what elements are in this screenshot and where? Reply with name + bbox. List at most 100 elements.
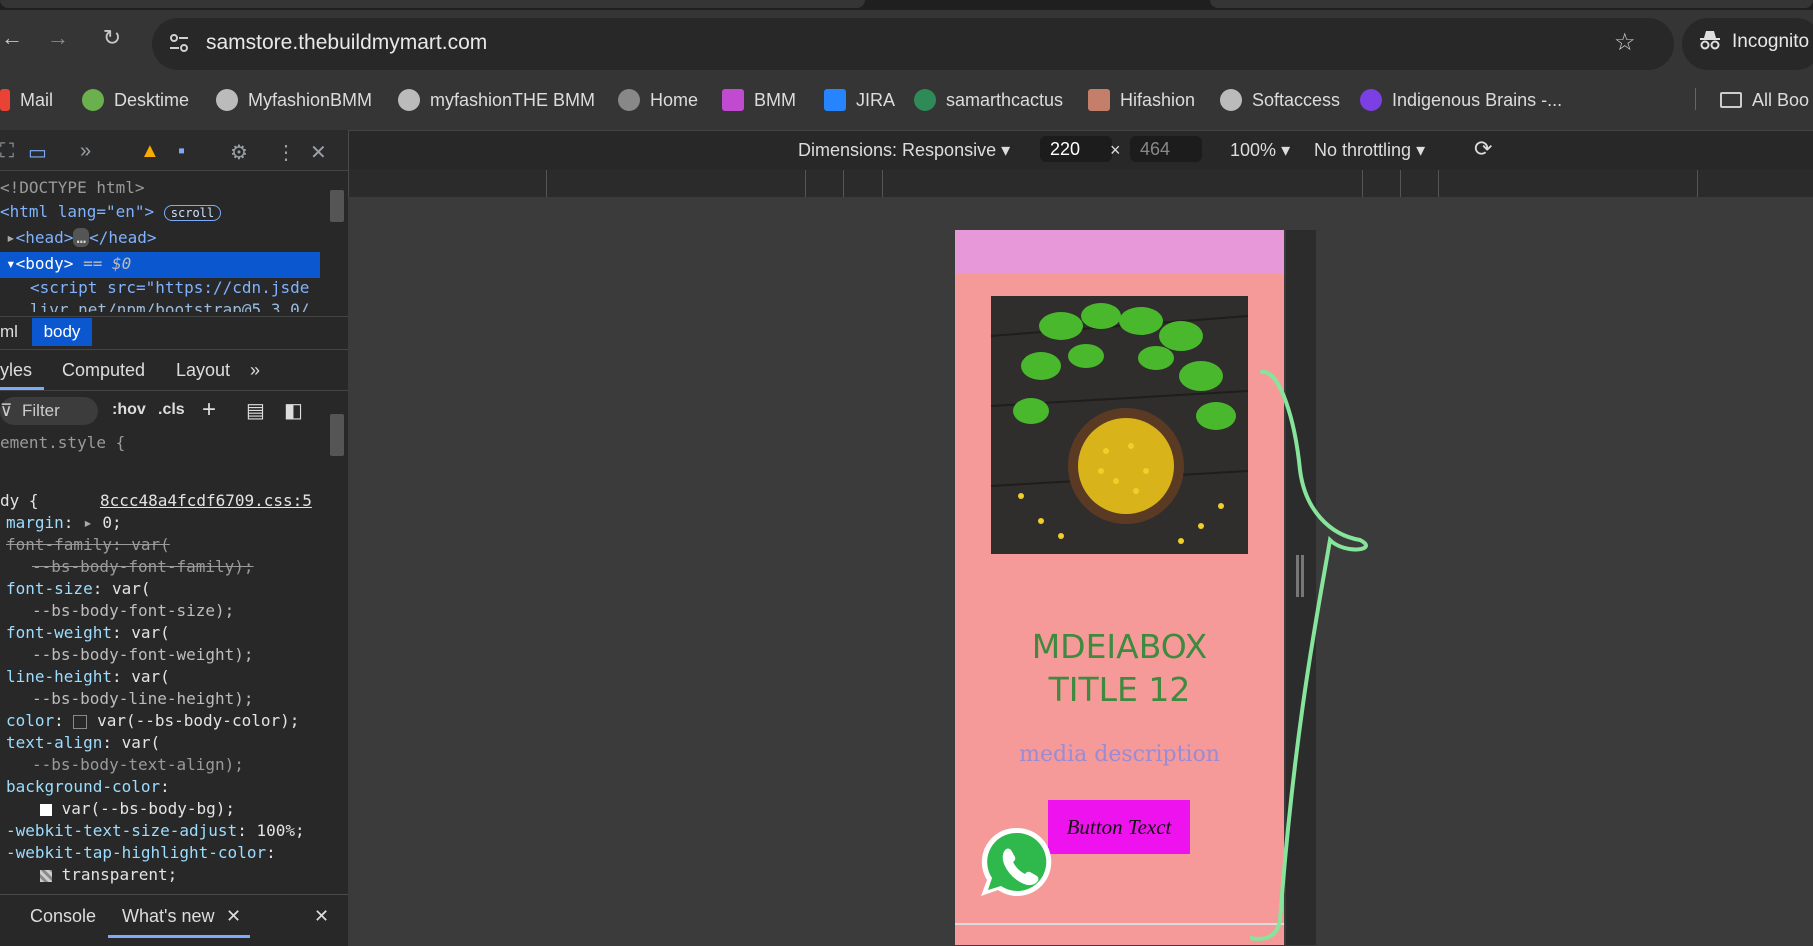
css-declaration[interactable]: margin: ▸ 0;	[6, 512, 122, 534]
ruler-mark	[843, 170, 844, 197]
bookmark-mail[interactable]: Mail	[0, 87, 53, 113]
class-toggle[interactable]: .cls	[158, 401, 185, 419]
filter-icon: ⊽	[0, 401, 13, 420]
issues-icon[interactable]: ▪	[178, 140, 185, 163]
close-devtools-icon[interactable]: ✕	[310, 140, 327, 165]
forward-button[interactable]: →	[46, 26, 70, 50]
bookmarks-divider	[1695, 88, 1696, 110]
sidebar-toggle-icon[interactable]: ◧	[284, 398, 303, 423]
globe-icon	[216, 89, 238, 111]
color-swatch[interactable]	[40, 869, 52, 882]
bmm-icon	[722, 89, 744, 111]
ruler-mark	[1438, 170, 1439, 197]
tab-console[interactable]: Console	[30, 906, 96, 927]
bookmark-myfashionthe-bmm[interactable]: myfashionTHE BMM	[398, 87, 595, 113]
media-description: media description	[1019, 742, 1220, 767]
more-tabs-icon[interactable]: »	[80, 140, 91, 163]
more-tabs-icon[interactable]: »	[250, 360, 260, 381]
css-declaration[interactable]: line-height: var(	[6, 666, 170, 688]
tab-styles[interactable]: yles	[0, 360, 32, 381]
warning-icon[interactable]: ▲	[140, 140, 160, 163]
add-rule-icon[interactable]: +	[202, 396, 216, 424]
expand-arrow-icon[interactable]: ▸	[6, 228, 16, 247]
css-declaration[interactable]: color: var(--bs-body-color);	[6, 710, 299, 732]
mobile-header	[955, 230, 1284, 274]
css-declaration[interactable]: text-align: var(	[6, 732, 160, 754]
tab-strip	[0, 0, 1813, 10]
browser-tab[interactable]	[1210, 0, 1813, 8]
bookmark-desktime[interactable]: Desktime	[82, 87, 189, 113]
css-declaration[interactable]: font-weight: var(	[6, 622, 170, 644]
throttling-dropdown[interactable]: No throttling ▾	[1314, 140, 1425, 161]
media-query-ruler[interactable]	[349, 169, 1813, 198]
script-node[interactable]: <script src="https://cdn.jsde	[30, 276, 309, 300]
bookmark-indigenous-brains[interactable]: Indigenous Brains -...	[1360, 87, 1562, 113]
stylesheet-link[interactable]: 8ccc48a4fcdf6709.css:5	[100, 490, 312, 512]
bookmark-softaccess[interactable]: Softaccess	[1220, 87, 1340, 113]
color-swatch[interactable]	[40, 803, 52, 816]
ruler-mark	[1697, 170, 1698, 197]
styles-tabbar	[0, 350, 348, 391]
settings-gear-icon[interactable]: ⚙	[230, 140, 248, 165]
bookmark-myfashionbmm[interactable]: MyfashionBMM	[216, 87, 372, 113]
css-value-continued: var(--bs-body-bg);	[40, 798, 235, 820]
styles-scrollbar[interactable]	[330, 414, 344, 456]
css-declaration-overridden[interactable]: font-family: var(	[6, 534, 170, 556]
bookmark-home[interactable]: Home	[618, 87, 698, 113]
color-swatch[interactable]	[73, 714, 88, 729]
more-options-icon[interactable]: ⋮	[276, 140, 296, 165]
dom-scrollbar[interactable]	[330, 190, 344, 222]
breadcrumb-html[interactable]: ml	[0, 322, 18, 342]
back-button[interactable]: ←	[0, 26, 24, 50]
body-node[interactable]: ▾<body> == $0	[6, 252, 131, 276]
height-input[interactable]: 464	[1130, 136, 1202, 162]
times-sign: ×	[1110, 140, 1121, 160]
all-bookmarks[interactable]: All Boo	[1720, 87, 1809, 113]
cta-button[interactable]: Button Texct	[1048, 800, 1190, 854]
globe-icon	[618, 89, 640, 111]
css-declaration[interactable]: -webkit-tap-highlight-color:	[6, 842, 276, 864]
css-declaration[interactable]: font-size: var(	[6, 578, 151, 600]
collapse-arrow-icon[interactable]: ▾	[6, 254, 16, 273]
dimensions-dropdown[interactable]: Dimensions: Responsive ▾	[798, 140, 1010, 161]
rotate-icon[interactable]: ⟳	[1474, 136, 1492, 162]
css-declaration[interactable]: background-color:	[6, 776, 170, 798]
dom-tree: <!DOCTYPE html> <html lang="en"> scroll …	[0, 172, 320, 312]
media-title: MDEIABOX TITLE 12	[1031, 627, 1208, 709]
zoom-dropdown[interactable]: 100% ▾	[1230, 140, 1290, 161]
reload-button[interactable]: ↻	[100, 26, 124, 50]
close-tab-icon[interactable]: ✕	[226, 906, 241, 927]
bookmark-bmm[interactable]: BMM	[722, 87, 796, 113]
folder-icon	[1720, 92, 1742, 108]
bookmark-hifashion[interactable]: Hifashion	[1088, 87, 1195, 113]
body-selector[interactable]: dy {	[0, 490, 39, 512]
element-style-rule[interactable]: ement.style {	[0, 432, 125, 454]
active-tab-indicator	[108, 935, 250, 938]
tab-layout[interactable]: Layout	[176, 360, 230, 381]
close-drawer-icon[interactable]: ✕	[314, 906, 329, 927]
hover-state-toggle[interactable]: :hov	[112, 401, 146, 419]
width-input[interactable]: 220	[1040, 136, 1112, 162]
paint-icon[interactable]: ▤	[246, 398, 265, 423]
whatsapp-icon[interactable]	[975, 822, 1059, 906]
cactus-icon	[914, 89, 936, 111]
script-node-continued: livr.net/npm/bootstrap@5.3.0/	[30, 300, 310, 312]
bookmark-jira[interactable]: JIRA	[824, 87, 895, 113]
bookmark-samarthcactus[interactable]: samarthcactus	[914, 87, 1063, 113]
inspect-icon[interactable]: ⛶	[0, 140, 14, 163]
site-settings-icon[interactable]	[166, 30, 192, 56]
bookmark-star-icon[interactable]: ☆	[1614, 28, 1636, 57]
tab-computed[interactable]: Computed	[62, 360, 145, 381]
head-node[interactable]: ▸<head>… </head>	[6, 226, 157, 250]
device-toggle-icon[interactable]: ▭	[28, 140, 47, 165]
scroll-badge[interactable]: scroll	[163, 205, 222, 221]
doctype-node[interactable]: <!DOCTYPE html>	[0, 176, 145, 200]
incognito-icon	[1700, 31, 1720, 50]
url-text[interactable]: samstore.thebuildmymart.com	[206, 31, 487, 55]
browser-tab[interactable]	[0, 0, 865, 8]
breadcrumb-body[interactable]: body	[32, 318, 92, 346]
tab-whats-new[interactable]: What's new	[122, 906, 214, 927]
html-node[interactable]: <html lang="en"> scroll	[0, 200, 222, 224]
collapsed-ellipsis[interactable]: …	[73, 228, 90, 247]
css-declaration[interactable]: -webkit-text-size-adjust: 100%;	[6, 820, 305, 842]
